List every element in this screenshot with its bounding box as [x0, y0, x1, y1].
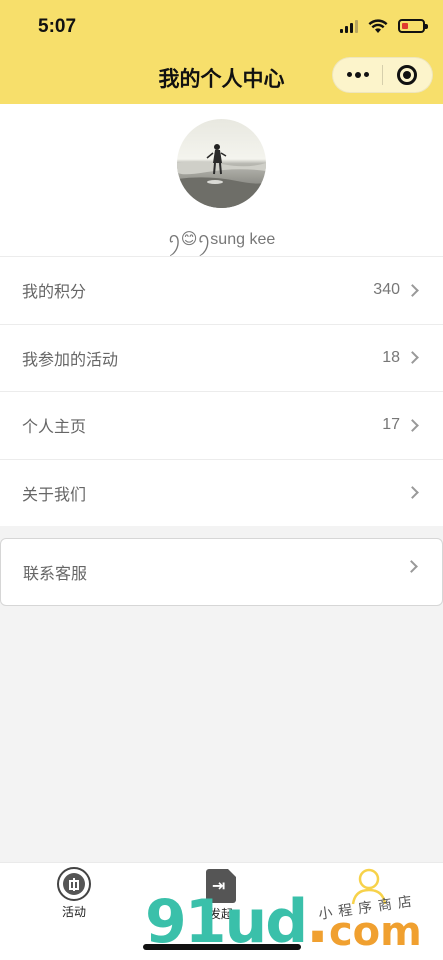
- signal-icon: [340, 19, 358, 33]
- username: ꪆ😊ꪆsung kee: [167, 231, 276, 248]
- menu-item-value: 340: [373, 281, 400, 299]
- menu-item-points[interactable]: 我的积分 340: [0, 256, 443, 324]
- wifi-icon: [368, 19, 388, 33]
- mini-program-capsule: [332, 57, 433, 93]
- home-indicator: [143, 944, 301, 950]
- avatar-photo: [177, 119, 266, 208]
- menu-list: 我的积分 340 我参加的活动 18 个人主页 17 关于我们: [0, 256, 443, 526]
- chevron-right-icon: [406, 486, 419, 500]
- document-icon: ⇥: [206, 869, 236, 903]
- menu-item-label: 关于我们: [22, 486, 87, 504]
- status-icons: [340, 18, 428, 34]
- tab-activities[interactable]: 活动: [0, 867, 148, 920]
- status-time: 5:07: [38, 16, 77, 37]
- battery-level: [402, 23, 408, 29]
- close-mini-program-button[interactable]: [383, 58, 432, 92]
- menu-item-label: 我参加的活动: [22, 351, 119, 369]
- contact-service-label: 联系客服: [23, 566, 88, 583]
- chevron-right-icon: [405, 559, 418, 573]
- tab-create[interactable]: ⇥ 发起: [147, 867, 295, 922]
- avatar[interactable]: [177, 119, 266, 208]
- profile-section: ꪆ😊ꪆsung kee: [0, 104, 443, 256]
- battery-icon: [398, 19, 428, 33]
- chevron-right-icon: [406, 418, 419, 432]
- chevron-right-icon: [406, 351, 419, 365]
- menu-item-value: 18: [382, 348, 400, 366]
- gift-icon: [57, 867, 91, 901]
- menu-item-homepage[interactable]: 个人主页 17: [0, 391, 443, 459]
- chevron-right-icon: [406, 283, 419, 297]
- tab-label: 发起: [208, 907, 233, 921]
- tab-label: 活动: [61, 905, 86, 919]
- menu-item-joined-activities[interactable]: 我参加的活动 18: [0, 323, 443, 392]
- menu-item-label: 我的积分: [22, 284, 87, 302]
- contact-service-button[interactable]: 联系客服: [0, 538, 443, 606]
- header-bar: 5:07 我的个人中心: [0, 0, 443, 104]
- menu-item-label: 个人主页: [22, 419, 87, 437]
- menu-item-about-us[interactable]: 关于我们: [0, 458, 443, 527]
- more-dots-icon: [346, 72, 369, 78]
- target-icon: [397, 65, 418, 85]
- menu-item-value: 17: [382, 416, 400, 434]
- more-button[interactable]: [333, 58, 382, 92]
